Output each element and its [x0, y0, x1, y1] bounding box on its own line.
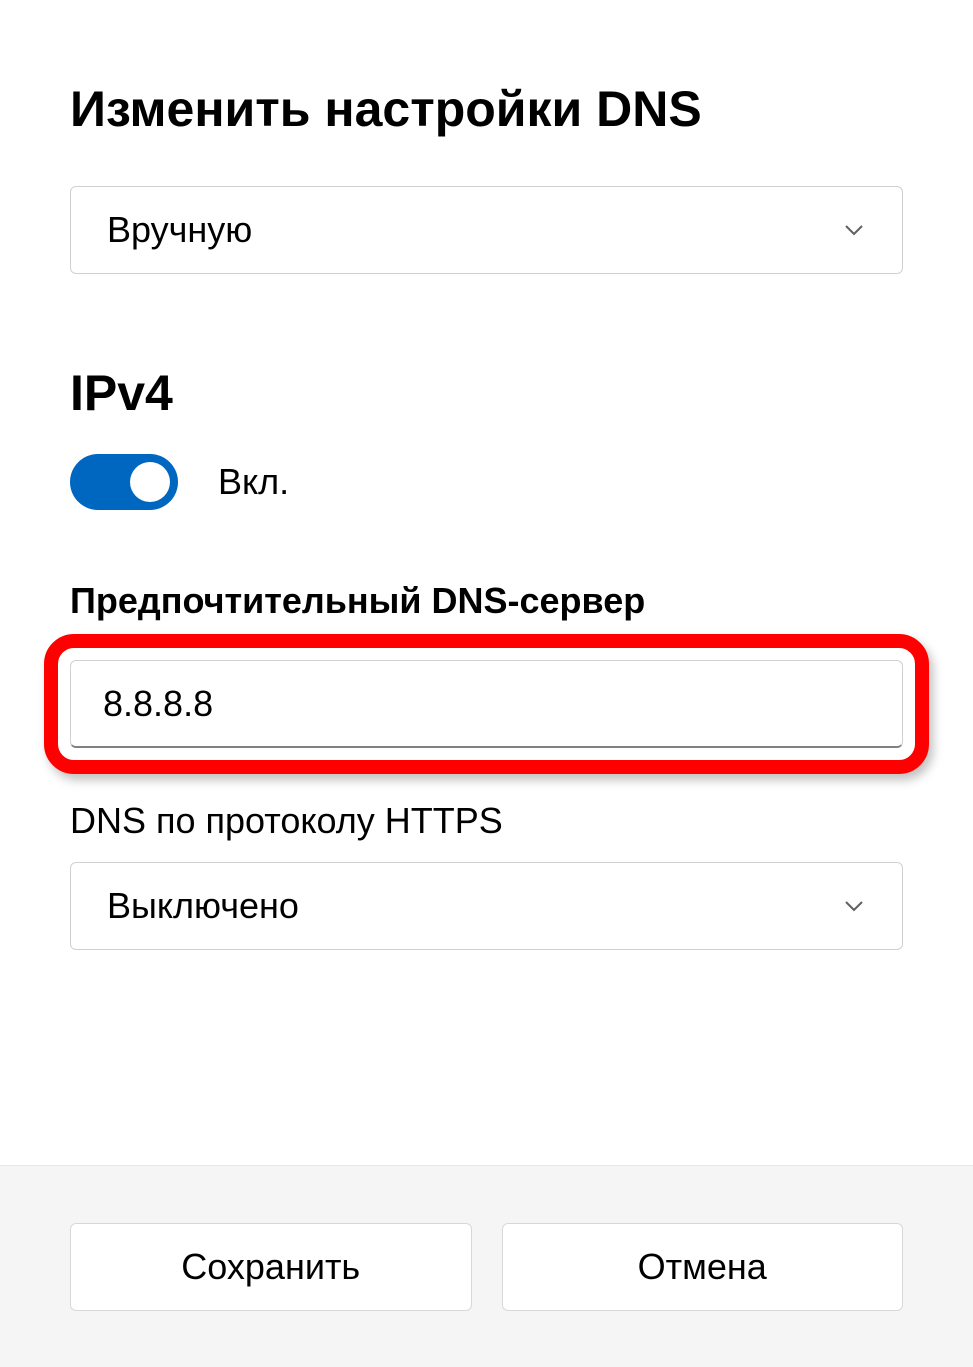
chevron-down-icon: [842, 218, 866, 242]
dialog-title: Изменить настройки DNS: [70, 80, 903, 138]
dialog-footer: Сохранить Отмена: [0, 1165, 973, 1367]
save-button[interactable]: Сохранить: [70, 1223, 472, 1311]
cancel-button[interactable]: Отмена: [502, 1223, 904, 1311]
ipv4-heading: IPv4: [70, 364, 903, 422]
dns-mode-selected: Вручную: [107, 209, 252, 251]
chevron-down-icon: [842, 894, 866, 918]
ipv4-toggle[interactable]: [70, 454, 178, 510]
dns-https-selected: Выключено: [107, 885, 299, 927]
dns-https-dropdown[interactable]: Выключено: [70, 862, 903, 950]
dns-https-label: DNS по протоколу HTTPS: [70, 800, 903, 842]
preferred-dns-label: Предпочтительный DNS-сервер: [70, 580, 903, 622]
dns-mode-dropdown[interactable]: Вручную: [70, 186, 903, 274]
toggle-thumb: [130, 462, 170, 502]
preferred-dns-input[interactable]: [70, 660, 903, 748]
ipv4-toggle-label: Вкл.: [218, 461, 289, 503]
preferred-dns-highlight: [44, 634, 929, 774]
